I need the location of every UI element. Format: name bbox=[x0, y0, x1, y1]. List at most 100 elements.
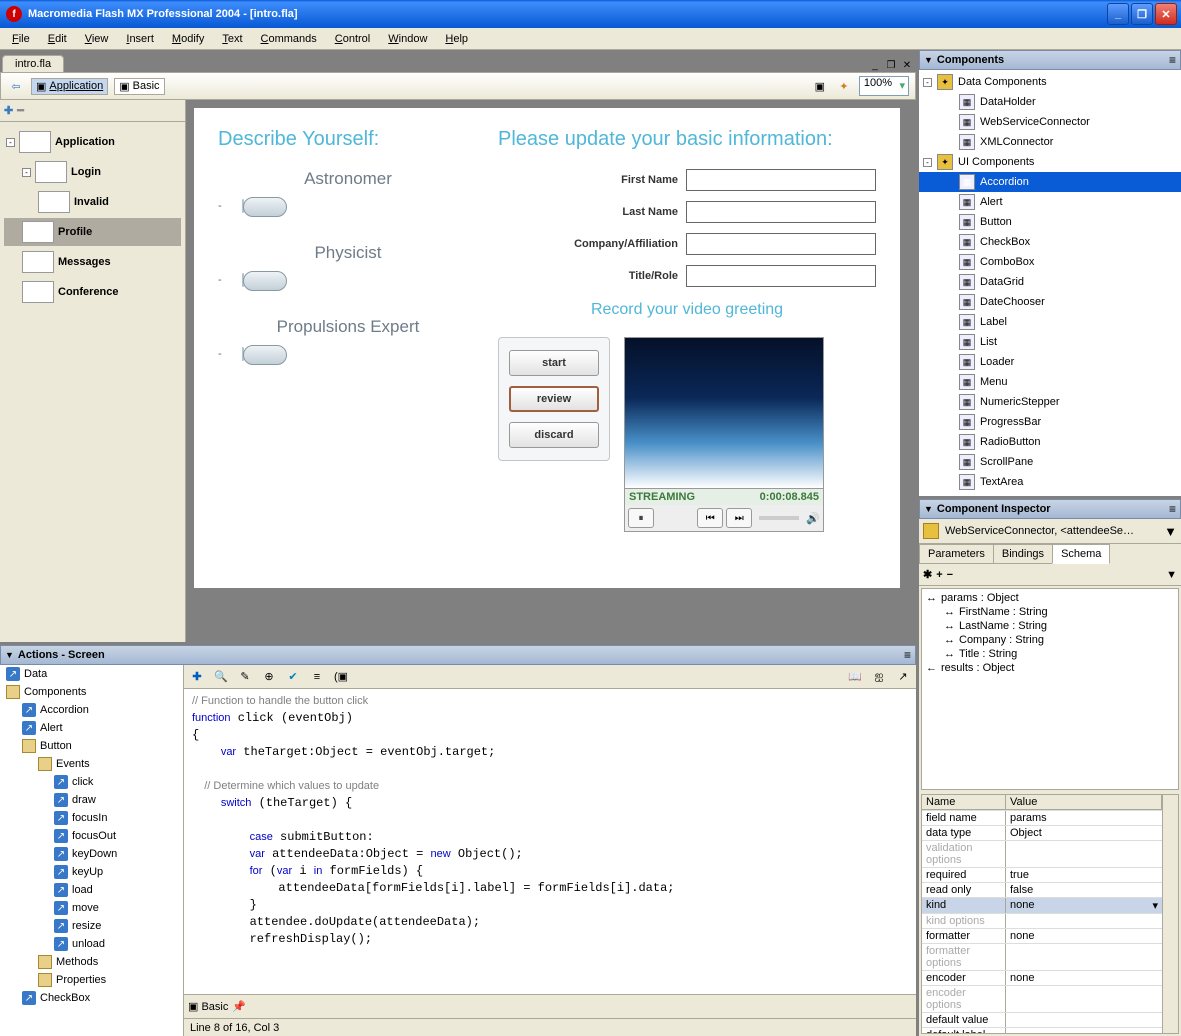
prop-row-default-value[interactable]: default value bbox=[922, 1013, 1162, 1028]
toolbox-focusin[interactable]: ↗focusIn bbox=[0, 809, 183, 827]
actions-toolbox-tree[interactable]: ↗DataComponents↗Accordion↗AlertButtonEve… bbox=[0, 665, 184, 1036]
breadcrumb-basic[interactable]: ▣ Basic bbox=[114, 78, 164, 95]
discard-button[interactable]: discard bbox=[509, 422, 599, 448]
component-list[interactable]: ▦List bbox=[919, 332, 1181, 352]
collapse-icon[interactable]: ▼ bbox=[924, 55, 933, 65]
slider-astronomer[interactable] bbox=[242, 199, 244, 213]
doc-minimize-button[interactable]: _ bbox=[868, 58, 882, 72]
input-title-role[interactable] bbox=[686, 265, 876, 287]
replace-icon[interactable]: ✎ bbox=[236, 668, 254, 686]
property-grid[interactable]: Name Value field nameparamsdata typeObje… bbox=[921, 794, 1179, 1034]
rewind-button[interactable]: ⏮ bbox=[697, 508, 723, 528]
target-menu-icon[interactable]: ▼ bbox=[1164, 524, 1177, 539]
stage-scroll[interactable]: Describe Yourself: Astronomer-+Physicist… bbox=[186, 100, 916, 642]
menu-edit[interactable]: Edit bbox=[40, 31, 75, 47]
doc-close-button[interactable]: ✕ bbox=[900, 58, 914, 72]
collapse-icon[interactable]: ▼ bbox=[5, 650, 14, 660]
component-textarea[interactable]: ▦TextArea bbox=[919, 472, 1181, 492]
slider-propulsions-expert[interactable] bbox=[242, 347, 244, 361]
symbol-icon[interactable]: ✦ bbox=[835, 77, 853, 95]
toolbox-move[interactable]: ↗move bbox=[0, 899, 183, 917]
component-radiobutton[interactable]: ▦RadioButton bbox=[919, 432, 1181, 452]
prop-row-kind[interactable]: kindnone ▾ bbox=[922, 898, 1162, 914]
schema-node[interactable]: ↔Title : String bbox=[924, 647, 1176, 661]
menu-modify[interactable]: Modify bbox=[164, 31, 212, 47]
start-button[interactable]: start bbox=[509, 350, 599, 376]
menu-commands[interactable]: Commands bbox=[253, 31, 325, 47]
component-checkbox[interactable]: ▦CheckBox bbox=[919, 232, 1181, 252]
component-alert[interactable]: ▦Alert bbox=[919, 192, 1181, 212]
prop-scrollbar[interactable] bbox=[1162, 795, 1178, 1033]
menu-file[interactable]: File bbox=[4, 31, 38, 47]
component-dataholder[interactable]: ▦DataHolder bbox=[919, 92, 1181, 112]
prop-row-encoder[interactable]: encodernone bbox=[922, 971, 1162, 986]
prop-row-field-name[interactable]: field nameparams bbox=[922, 811, 1162, 826]
doc-restore-button[interactable]: ❐ bbox=[884, 58, 898, 72]
schema-node[interactable]: ↔Company : String bbox=[924, 633, 1176, 647]
component-combobox[interactable]: ▦ComboBox bbox=[919, 252, 1181, 272]
forward-button[interactable]: ⏭ bbox=[726, 508, 752, 528]
component-label[interactable]: ▦Label bbox=[919, 312, 1181, 332]
back-arrow-icon[interactable]: ⇦ bbox=[7, 77, 25, 95]
review-button[interactable]: review bbox=[509, 386, 599, 412]
component-group-data-components[interactable]: - ✦ Data Components bbox=[919, 72, 1181, 92]
component-menu[interactable]: ▦Menu bbox=[919, 372, 1181, 392]
schema-tree[interactable]: ↔params : Object↔FirstName : String↔Last… bbox=[921, 588, 1179, 790]
menu-insert[interactable]: Insert bbox=[118, 31, 162, 47]
toolbox-accordion[interactable]: ↗Accordion bbox=[0, 701, 183, 719]
find-icon[interactable]: 🔍 bbox=[212, 668, 230, 686]
plus-icon[interactable]: + bbox=[936, 569, 942, 581]
schema-node[interactable]: ↔params : Object bbox=[924, 591, 1176, 605]
debug-icon[interactable]: ஐ bbox=[870, 668, 888, 686]
toolbox-click[interactable]: ↗click bbox=[0, 773, 183, 791]
component-datechooser[interactable]: ▦DateChooser bbox=[919, 292, 1181, 312]
check-icon[interactable]: ✔ bbox=[284, 668, 302, 686]
code-editor[interactable]: // Function to handle the button click f… bbox=[184, 689, 916, 994]
scene-icon[interactable]: ▣ bbox=[811, 77, 829, 95]
input-last-name[interactable] bbox=[686, 201, 876, 223]
toolbox-button[interactable]: Button bbox=[0, 737, 183, 755]
target-icon[interactable]: ⊕ bbox=[260, 668, 278, 686]
schema-menu-icon[interactable]: ▼ bbox=[1166, 569, 1177, 581]
outline-node-invalid[interactable]: Invalid bbox=[4, 188, 181, 216]
add-icon[interactable]: ✚ bbox=[188, 668, 206, 686]
collapse-icon[interactable]: ▼ bbox=[924, 504, 933, 514]
minus-icon[interactable]: − bbox=[947, 569, 953, 581]
format-icon[interactable]: ≡ bbox=[308, 668, 326, 686]
inspector-tab-parameters[interactable]: Parameters bbox=[919, 544, 994, 564]
component-webserviceconnector[interactable]: ▦WebServiceConnector bbox=[919, 112, 1181, 132]
remove-screen-icon[interactable]: ━ bbox=[17, 104, 24, 117]
prop-row-encoder-options[interactable]: encoder options bbox=[922, 986, 1162, 1013]
schema-node[interactable]: ←results : Object bbox=[924, 661, 1176, 675]
outline-node-application[interactable]: - Application bbox=[4, 128, 181, 156]
script-tab-basic[interactable]: ▣ Basic bbox=[188, 1000, 228, 1013]
component-progressbar[interactable]: ▦ProgressBar bbox=[919, 412, 1181, 432]
toolbox-keyup[interactable]: ↗keyUp bbox=[0, 863, 183, 881]
close-button[interactable]: ✕ bbox=[1155, 3, 1177, 25]
component-accordion[interactable]: ▦Accordion bbox=[919, 172, 1181, 192]
toolbox-events[interactable]: Events bbox=[0, 755, 183, 773]
components-tree[interactable]: - ✦ Data Components▦DataHolder▦WebServic… bbox=[919, 70, 1181, 496]
menu-window[interactable]: Window bbox=[380, 31, 435, 47]
input-first-name[interactable] bbox=[686, 169, 876, 191]
volume-slider[interactable] bbox=[759, 516, 799, 520]
add-schema-icon[interactable]: ✱ bbox=[923, 568, 932, 581]
outline-node-conference[interactable]: Conference bbox=[4, 278, 181, 306]
prop-row-data-type[interactable]: data typeObject bbox=[922, 826, 1162, 841]
toolbox-unload[interactable]: ↗unload bbox=[0, 935, 183, 953]
component-scrollpane[interactable]: ▦ScrollPane bbox=[919, 452, 1181, 472]
input-company-affiliation[interactable] bbox=[686, 233, 876, 255]
toolbox-focusout[interactable]: ↗focusOut bbox=[0, 827, 183, 845]
schema-node[interactable]: ↔FirstName : String bbox=[924, 605, 1176, 619]
slider-physicist[interactable] bbox=[242, 273, 244, 287]
components-panel-header[interactable]: ▼ Components ≡ bbox=[919, 50, 1181, 70]
pause-button[interactable]: ⏸ bbox=[628, 508, 654, 528]
outline-node-profile[interactable]: Profile bbox=[4, 218, 181, 246]
reference-icon[interactable]: 📖 bbox=[846, 668, 864, 686]
toolbox-resize[interactable]: ↗resize bbox=[0, 917, 183, 935]
prop-row-formatter[interactable]: formatternone bbox=[922, 929, 1162, 944]
zoom-select[interactable]: 100% bbox=[859, 76, 909, 96]
actions-panel-header[interactable]: ▼ Actions - Screen ≡ bbox=[0, 645, 916, 665]
menu-text[interactable]: Text bbox=[214, 31, 250, 47]
toolbox-properties[interactable]: Properties bbox=[0, 971, 183, 989]
